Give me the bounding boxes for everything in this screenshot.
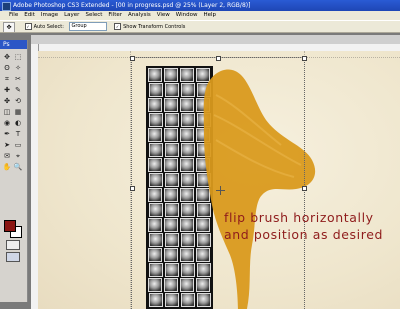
quick-mask-icon[interactable] [6, 240, 20, 250]
healing-brush-tool-icon[interactable]: ✚ [2, 85, 12, 95]
toolbox-logo: Ps [0, 40, 27, 49]
document-canvas[interactable]: flip brush horizontally and position as … [38, 51, 400, 309]
foreground-color-swatch[interactable] [4, 220, 16, 232]
menu-file[interactable]: File [0, 11, 21, 20]
crosshair-cursor-icon [216, 186, 225, 195]
window-title: Adobe Photoshop CS3 Extended - [00 in pr… [13, 2, 251, 9]
zoom-tool-icon[interactable]: 🔍 [13, 162, 23, 172]
caption-line-1: flip brush horizontally [224, 210, 374, 225]
transform-handle[interactable] [302, 56, 307, 61]
shape-tool-icon[interactable]: ▭ [13, 140, 23, 150]
options-bar: ✥ ✓ Auto Select: Group ✓ Show Transform Co… [0, 20, 400, 33]
auto-select-checkbox[interactable]: ✓ [24, 23, 32, 30]
marquee-tool-icon[interactable]: ⬚ [13, 52, 23, 62]
show-transform-controls-checkbox[interactable]: ✓ [114, 23, 122, 30]
transform-handle[interactable] [216, 56, 221, 61]
auto-select-dropdown[interactable]: Group [68, 22, 107, 31]
eraser-tool-icon[interactable]: ◫ [2, 107, 12, 117]
menu-layer[interactable]: Layer [61, 11, 82, 20]
menu-bar: File Edit Image Layer Select Filter Analysis Vi… [0, 11, 400, 20]
toolbox-panel: Ps ✥ ⬚ ʘ ✧ ⌗ ✂ ✚ ✎ ✤ ⟲ ◫ ▦ ◉ ◐ ✒ T ➤ ▭ ✉ ⌖ ✋ 🔍 [0, 40, 28, 302]
menu-filter[interactable]: Filter [105, 11, 125, 20]
hand-tool-icon[interactable]: ✋ [2, 162, 12, 172]
menu-select[interactable]: Select [82, 11, 105, 20]
title-bar: Adobe Photoshop CS3 Extended - [00 in pr… [0, 0, 400, 11]
menu-image[interactable]: Image [38, 11, 61, 20]
notes-tool-icon[interactable]: ✉ [2, 151, 12, 161]
menu-help[interactable]: Help [200, 11, 219, 20]
auto-select-label: Auto Select: [33, 24, 64, 30]
slice-tool-icon[interactable]: ✂ [13, 74, 23, 84]
show-transform-controls-label: Show Transform Controls [123, 24, 186, 30]
type-tool-icon[interactable]: T [13, 129, 23, 139]
clone-stamp-tool-icon[interactable]: ✤ [2, 96, 12, 106]
menu-window[interactable]: Window [173, 11, 201, 20]
gradient-tool-icon[interactable]: ▦ [13, 107, 23, 117]
pen-tool-icon[interactable]: ✒ [2, 129, 12, 139]
photoshop-app-icon [2, 2, 11, 11]
menu-analysis[interactable]: Analysis [125, 11, 154, 20]
transform-handle[interactable] [130, 186, 135, 191]
path-selection-tool-icon[interactable]: ➤ [2, 140, 12, 150]
crop-tool-icon[interactable]: ⌗ [2, 74, 12, 84]
blur-tool-icon[interactable]: ◉ [2, 118, 12, 128]
screen-mode-icon[interactable] [6, 252, 20, 262]
menu-edit[interactable]: Edit [21, 11, 38, 20]
move-tool-icon[interactable]: ✥ [2, 52, 12, 62]
history-brush-tool-icon[interactable]: ⟲ [13, 96, 23, 106]
menu-view[interactable]: View [154, 11, 173, 20]
eyedropper-tool-icon[interactable]: ⌖ [13, 151, 23, 161]
caption-line-2: and position as desired [224, 227, 384, 242]
magic-wand-tool-icon[interactable]: ✧ [13, 63, 23, 73]
transform-bounding-box[interactable] [130, 56, 307, 309]
move-tool-preset-icon[interactable]: ✥ [3, 22, 15, 32]
lasso-tool-icon[interactable]: ʘ [2, 63, 12, 73]
transform-handle[interactable] [130, 56, 135, 61]
transform-handle[interactable] [302, 186, 307, 191]
dodge-tool-icon[interactable]: ◐ [13, 118, 23, 128]
brush-tool-icon[interactable]: ✎ [13, 85, 23, 95]
tool-grid: ✥ ⬚ ʘ ✧ ⌗ ✂ ✚ ✎ ✤ ⟲ ◫ ▦ ◉ ◐ ✒ T ➤ ▭ ✉ ⌖ ✋ 🔍 [2, 52, 24, 173]
